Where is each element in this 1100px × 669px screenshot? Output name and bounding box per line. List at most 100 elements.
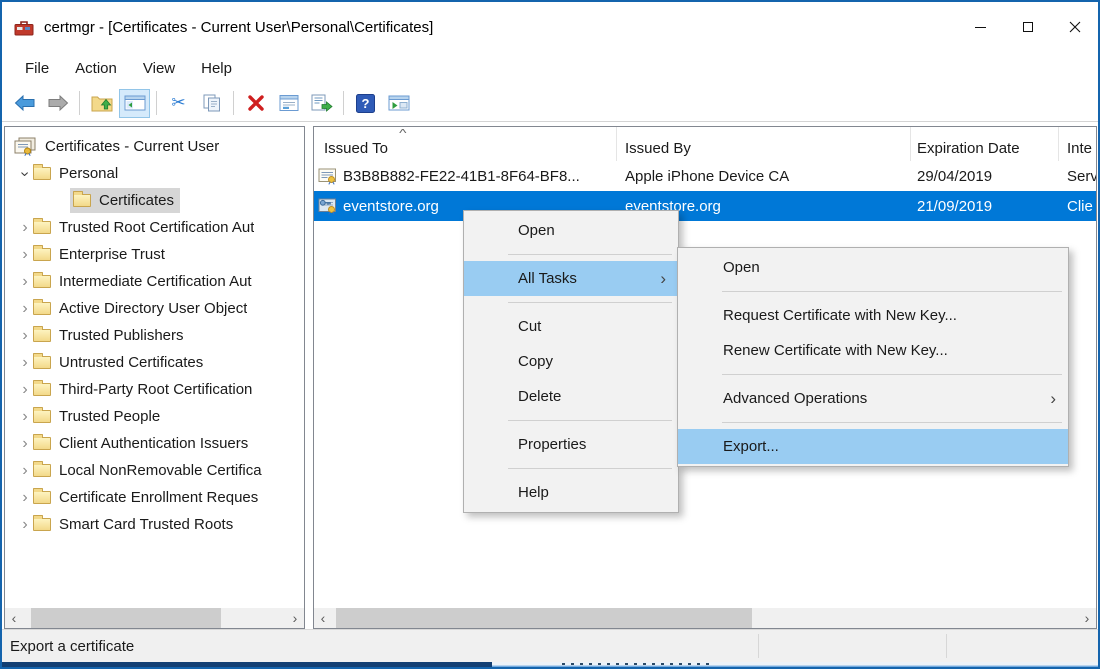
context-menu-item-copy[interactable]: Copy <box>464 344 678 379</box>
copy-button[interactable] <box>196 89 227 118</box>
chevron-right-icon[interactable] <box>17 436 33 452</box>
context-menu-item-help[interactable]: Help <box>464 475 678 510</box>
copy-icon <box>202 94 222 112</box>
close-button[interactable] <box>1051 2 1098 52</box>
certificate-row-eventstore-selected[interactable]: eventstore.org eventstore.org 21/09/2019… <box>314 191 1096 221</box>
export-list-icon <box>311 94 333 112</box>
tree-pane: Certificates - Current User Personal Cer… <box>4 126 305 629</box>
scroll-left-arrow-icon[interactable] <box>5 608 23 628</box>
scroll-right-arrow-icon[interactable] <box>1078 608 1096 628</box>
tree-item-untrusted-certificates[interactable]: Untrusted Certificates <box>5 349 304 376</box>
show-console-tree-button[interactable] <box>119 89 150 118</box>
menu-help[interactable]: Help <box>188 56 245 81</box>
cut-button[interactable]: ✂ <box>163 89 194 118</box>
menu-item-label: Advanced Operations <box>723 390 867 407</box>
forward-button[interactable] <box>42 89 73 118</box>
minimize-icon <box>975 27 986 28</box>
minimize-button[interactable] <box>957 2 1004 52</box>
submenu-item-advanced-operations[interactable]: Advanced Operations <box>678 381 1068 416</box>
folder-icon <box>33 221 51 234</box>
chevron-right-icon[interactable] <box>17 382 33 398</box>
scrollbar-thumb[interactable] <box>31 608 221 628</box>
scroll-right-arrow-icon[interactable] <box>286 608 304 628</box>
chevron-right-icon[interactable] <box>17 301 33 317</box>
scrollbar-thumb[interactable] <box>336 608 752 628</box>
tree-horizontal-scrollbar[interactable] <box>5 608 304 628</box>
cell-expiration-date: 21/09/2019 <box>911 198 1059 215</box>
menu-file[interactable]: File <box>12 56 62 81</box>
properties-window-icon <box>279 94 299 112</box>
properties-button[interactable] <box>273 89 304 118</box>
back-button[interactable] <box>9 89 40 118</box>
column-header-expiration-date[interactable]: Expiration Date <box>911 127 1059 161</box>
menu-item-label: Properties <box>518 436 586 453</box>
chevron-right-icon[interactable] <box>17 220 33 236</box>
column-header-intended-purposes[interactable]: Inte <box>1059 127 1096 161</box>
submenu-item-renew-certificate-with-new-key[interactable]: Renew Certificate with New Key... <box>678 333 1068 368</box>
background-window-sliver-light <box>492 662 1098 667</box>
chevron-right-icon[interactable] <box>17 247 33 263</box>
chevron-right-icon[interactable] <box>17 517 33 533</box>
chevron-right-icon[interactable] <box>17 409 33 425</box>
context-menu-item-all-tasks[interactable]: All Tasks <box>464 261 678 296</box>
submenu-item-export[interactable]: Export... <box>678 429 1068 464</box>
context-menu-item-delete[interactable]: Delete <box>464 379 678 414</box>
column-header-issued-to[interactable]: Issued To <box>314 127 617 161</box>
menu-item-label: Open <box>518 222 555 239</box>
tree-item-local-nonremovable-certificates[interactable]: Local NonRemovable Certifica <box>5 457 304 484</box>
tree-selection-highlight: Certificates <box>70 188 180 213</box>
folder-icon <box>33 491 51 504</box>
toolbar: ✂ <box>2 85 1098 122</box>
chevron-right-icon[interactable] <box>17 355 33 371</box>
tree-item-trusted-people[interactable]: Trusted People <box>5 403 304 430</box>
maximize-button[interactable] <box>1004 2 1051 52</box>
tree-item-certificate-enrollment-requests[interactable]: Certificate Enrollment Reques <box>5 484 304 511</box>
tree-item-third-party-root-certification[interactable]: Third-Party Root Certification <box>5 376 304 403</box>
show-new-window-button[interactable] <box>383 89 414 118</box>
folder-icon <box>33 356 51 369</box>
folder-icon <box>33 518 51 531</box>
new-window-icon <box>388 94 410 112</box>
menu-view[interactable]: View <box>130 56 188 81</box>
tree-item-enterprise-trust[interactable]: Enterprise Trust <box>5 241 304 268</box>
delete-button[interactable] <box>240 89 271 118</box>
up-one-level-button[interactable] <box>86 89 117 118</box>
certificate-row-b3b8b882[interactable]: B3B8B882-FE22-41B1-8F64-BF8... Apple iPh… <box>314 161 1096 191</box>
title-bar[interactable]: certmgr - [Certificates - Current User\P… <box>2 2 1098 52</box>
tree-item-trusted-root-certification-authorities[interactable]: Trusted Root Certification Aut <box>5 214 304 241</box>
submenu-arrow-icon <box>1050 391 1056 406</box>
menu-item-label: Copy <box>518 353 553 370</box>
tree-item-smart-card-trusted-roots[interactable]: Smart Card Trusted Roots <box>5 511 304 538</box>
submenu-item-request-certificate-with-new-key[interactable]: Request Certificate with New Key... <box>678 298 1068 333</box>
chevron-right-icon[interactable] <box>17 328 33 344</box>
tree-item-trusted-publishers[interactable]: Trusted Publishers <box>5 322 304 349</box>
context-menu-item-cut[interactable]: Cut <box>464 309 678 344</box>
maximize-icon <box>1023 22 1033 32</box>
scroll-left-arrow-icon[interactable] <box>314 608 332 628</box>
submenu-item-open[interactable]: Open <box>678 250 1068 285</box>
tree-item-intermediate-certification-authorities[interactable]: Intermediate Certification Aut <box>5 268 304 295</box>
chevron-right-icon[interactable] <box>17 463 33 479</box>
list-header: ^ Issued To Issued By Expiration Date In… <box>314 127 1096 161</box>
help-button[interactable]: ? <box>350 89 381 118</box>
status-bar: Export a certificate <box>2 629 1098 662</box>
context-menu: Open All Tasks Cut Copy Delete Propertie… <box>463 210 679 513</box>
tree-item-certificates[interactable]: Certificates <box>5 187 304 214</box>
context-menu-item-open[interactable]: Open <box>464 213 678 248</box>
tree-item-client-authentication-issuers[interactable]: Client Authentication Issuers <box>5 430 304 457</box>
menu-separator <box>508 302 672 303</box>
tree-item-active-directory-user-object[interactable]: Active Directory User Object <box>5 295 304 322</box>
export-list-button[interactable] <box>306 89 337 118</box>
certificate-store-icon <box>13 137 37 156</box>
column-header-issued-by[interactable]: Issued By <box>617 127 911 161</box>
chevron-down-icon[interactable] <box>17 166 33 182</box>
chevron-right-icon[interactable] <box>17 274 33 290</box>
menu-item-label: Cut <box>518 318 541 335</box>
menu-action[interactable]: Action <box>62 56 130 81</box>
tree-item-personal[interactable]: Personal <box>5 160 304 187</box>
chevron-right-icon[interactable] <box>17 490 33 506</box>
list-horizontal-scrollbar[interactable] <box>314 608 1096 628</box>
cell-issued-by: Apple iPhone Device CA <box>617 168 911 185</box>
tree-item-certificates-current-user[interactable]: Certificates - Current User <box>5 133 304 160</box>
context-menu-item-properties[interactable]: Properties <box>464 427 678 462</box>
